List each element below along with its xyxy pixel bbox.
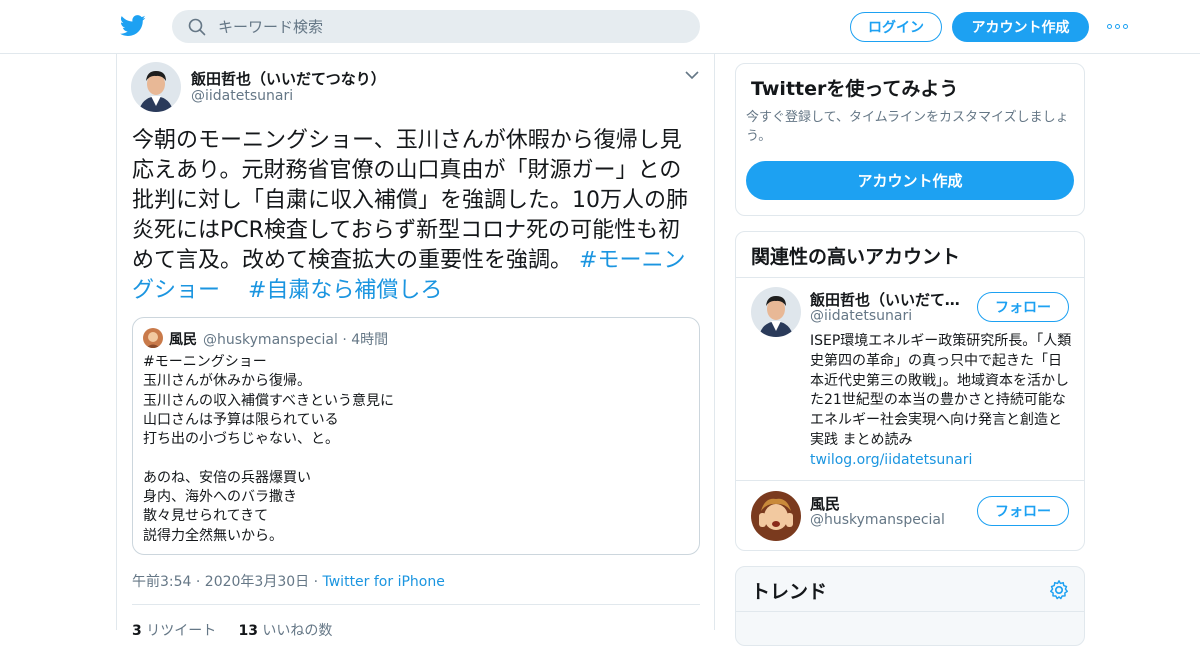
top-navigation-bar: ログイン アカウント作成 <box>0 0 1200 54</box>
quoted-avatar <box>143 328 163 348</box>
divider <box>736 277 1084 278</box>
signup-card-title: Twitterを使ってみよう <box>751 78 959 100</box>
tweet-detail: 飯田哲也（いいだてつなり） @iidatetsunari 今朝のモーニングショー… <box>116 54 715 639</box>
source-link[interactable]: Twitter for iPhone <box>323 574 445 590</box>
search-icon <box>188 18 206 35</box>
account-handle[interactable]: @huskymanspecial <box>810 512 945 528</box>
retweet-count[interactable]: 3 <box>132 623 142 639</box>
search-input[interactable] <box>218 17 658 36</box>
divider <box>736 480 1084 481</box>
quoted-handle-time: @huskymanspecial · 4時間 <box>203 329 388 349</box>
gear-icon[interactable] <box>1048 579 1070 601</box>
follow-button[interactable]: フォロー <box>977 496 1069 526</box>
trends-card: トレンド <box>735 566 1085 646</box>
quoted-handle: @huskymanspecial <box>203 332 338 348</box>
author-name[interactable]: 飯田哲也（いいだてつなり） <box>191 68 386 89</box>
quoted-name: 風民 <box>169 332 197 348</box>
account-handle[interactable]: @iidatetsunari <box>810 308 912 324</box>
tweet-stats: 3 リツイート 13 いいねの数 <box>132 620 332 640</box>
related-accounts-title: 関連性の高いアカウント <box>751 246 961 268</box>
author-avatar[interactable] <box>131 62 181 112</box>
chevron-down-icon[interactable] <box>685 70 699 80</box>
signup-card: Twitterを使ってみよう 今すぐ登録して、タイムラインをカスタマイズしましょ… <box>735 63 1085 216</box>
account-bio: ISEP環境エネルギー政策研究所長。「人類史第四の革命」の真っ只中で起きた「日本… <box>810 332 1072 471</box>
account-name[interactable]: 風民 <box>810 493 970 514</box>
account-name[interactable]: 飯田哲也（いいだてつなり） <box>810 289 970 310</box>
more-dots-icon[interactable] <box>1107 24 1128 29</box>
hashtag-link[interactable]: #自粛なら補償しろ <box>248 278 442 303</box>
retweet-label[interactable]: リツイート <box>146 623 216 639</box>
separator-dot: · <box>342 332 347 348</box>
twitter-bird-icon[interactable] <box>120 14 146 38</box>
quoted-tweet[interactable]: 風民 @huskymanspecial · 4時間 #モーニングショー 玉川さん… <box>132 317 700 555</box>
quoted-time: 4時間 <box>351 332 389 348</box>
login-button[interactable]: ログイン <box>850 12 942 42</box>
account-avatar[interactable] <box>751 491 801 541</box>
account-avatar[interactable] <box>751 287 801 337</box>
author-handle[interactable]: @iidatetsunari <box>191 88 293 104</box>
divider <box>132 604 700 605</box>
bio-text: ISEP環境エネルギー政策研究所長。「人類史第四の革命」の真っ只中で起きた「日本… <box>810 333 1072 448</box>
signup-button[interactable]: アカウント作成 <box>952 12 1089 42</box>
bio-link[interactable]: twilog.org/iidatetsunari <box>810 452 972 468</box>
separator-dot: · <box>313 574 319 590</box>
divider <box>736 611 1084 612</box>
sidebar-signup-button[interactable]: アカウント作成 <box>746 161 1074 200</box>
related-accounts-card: 関連性の高いアカウント 飯田哲也（いいだてつなり） @iidatetsunari… <box>735 231 1085 551</box>
quoted-text: #モーニングショー 玉川さんが休みから復帰。 玉川さんの収入補償すべきという意見… <box>143 354 395 544</box>
tweet-text: 今朝のモーニングショー、玉川さんが休暇から復帰し見応えあり。元財務省官僚の山口真… <box>132 126 702 306</box>
trends-title: トレンド <box>751 581 828 603</box>
tweet-timestamp: 午前3:54 · 2020年3月30日 · Twitter for iPhone <box>132 571 445 591</box>
timestamp-text: 午前3:54 · 2020年3月30日 <box>132 574 310 590</box>
search-box[interactable] <box>172 10 700 43</box>
like-count[interactable]: 13 <box>238 623 257 639</box>
signup-card-subtitle: 今すぐ登録して、タイムラインをカスタマイズしましょう。 <box>746 110 1069 144</box>
follow-button[interactable]: フォロー <box>977 292 1069 322</box>
like-label[interactable]: いいねの数 <box>262 623 332 639</box>
